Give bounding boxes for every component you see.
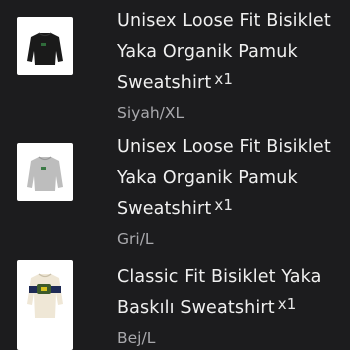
variant-label: Bej/L (117, 329, 156, 347)
product-title-line: Sweatshirt x1 (117, 68, 350, 99)
beige-printed-sweatshirt-icon (27, 273, 63, 318)
product-title-line: Classic Fit Bisiklet Yaka (117, 267, 322, 287)
product-title-line: Sweatshirt x1 (117, 194, 350, 225)
product-image-black-sweatshirt[interactable] (17, 17, 73, 75)
order-items-list: Unisex Loose Fit Bisiklet Yaka Organik P… (0, 0, 350, 350)
product-title-line: Unisex Loose Fit Bisiklet (117, 11, 331, 31)
product-title-line: Unisex Loose Fit Bisiklet (117, 137, 331, 157)
quantity-label: x1 (277, 295, 297, 313)
product-image-grey-sweatshirt[interactable] (17, 143, 73, 201)
black-sweatshirt-icon (27, 32, 63, 65)
product-title-text: Sweatshirt (117, 199, 212, 219)
product-image-beige-sweatshirt[interactable] (17, 260, 73, 350)
product-title-text: Baskılı Sweatshirt (117, 298, 275, 318)
variant-label: Siyah/XL (117, 104, 185, 122)
grey-sweatshirt-icon (27, 156, 63, 191)
quantity-label: x1 (214, 196, 234, 214)
product-title-line: Yaka Organik Pamuk (117, 168, 298, 188)
product-title-line: Yaka Organik Pamuk (117, 42, 298, 62)
product-title-text: Sweatshirt (117, 73, 212, 93)
product-title-line: Baskılı Sweatshirt x1 (117, 293, 350, 324)
variant-label: Gri/L (117, 230, 154, 248)
quantity-label: x1 (214, 70, 234, 88)
